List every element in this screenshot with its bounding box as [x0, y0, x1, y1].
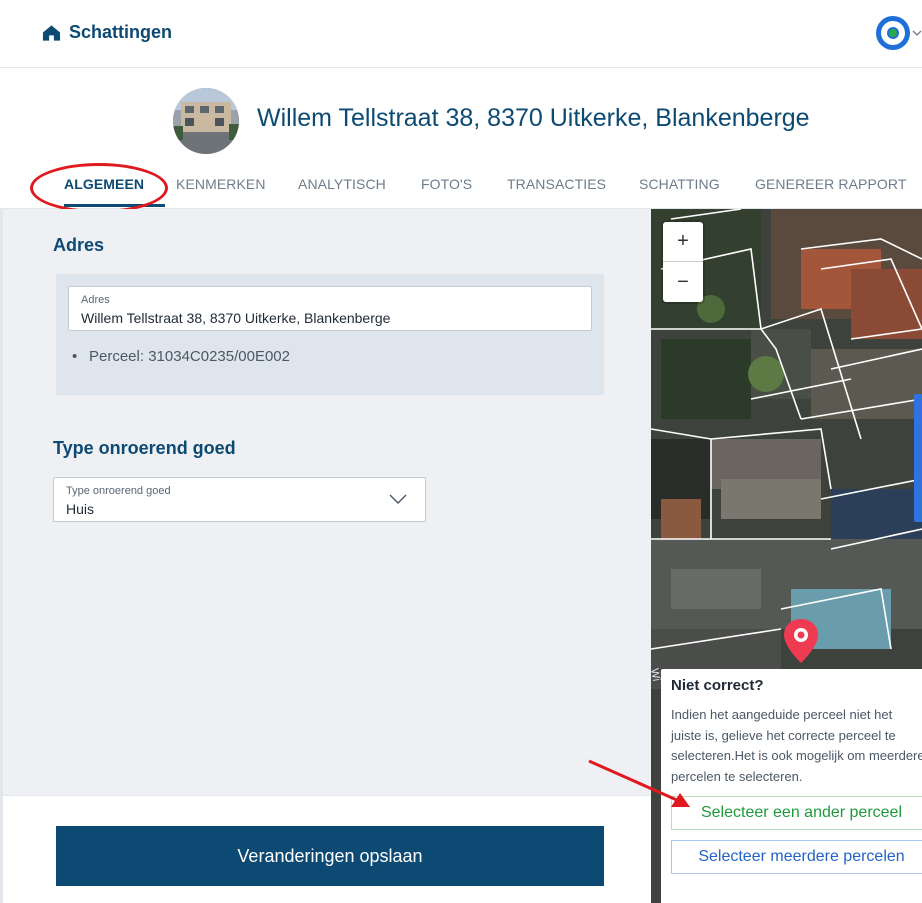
- chevron-down-icon: [912, 30, 922, 36]
- user-avatar-icon: [876, 16, 910, 50]
- address-field[interactable]: Adres Willem Tellstraat 38, 8370 Uitkerk…: [68, 286, 592, 331]
- property-type-value: Huis: [66, 501, 95, 517]
- tab-kenmerken[interactable]: KENMERKEN: [176, 176, 266, 192]
- adres-section-title: Adres: [53, 235, 105, 255]
- top-bar: Schattingen: [0, 0, 922, 68]
- home-icon: [42, 24, 61, 41]
- zoom-out-button[interactable]: −: [663, 262, 703, 302]
- property-type-select[interactable]: Type onroerend goed Huis: [53, 477, 426, 522]
- save-changes-button[interactable]: Veranderingen opslaan: [56, 826, 604, 886]
- annotation-arrow: [588, 759, 690, 807]
- home-link[interactable]: Schattingen: [42, 22, 172, 43]
- tab-transacties[interactable]: TRANSACTIES: [507, 176, 606, 192]
- tab-genereer-rapport[interactable]: GENEREER RAPPORT: [755, 176, 907, 192]
- tab-schatting[interactable]: SCHATTING: [639, 176, 720, 192]
- popup-description: Indien het aangeduide perceel niet het j…: [671, 707, 922, 784]
- perceel-item: Perceel: 31034C0235/00E002: [72, 348, 290, 365]
- app-title: Schattingen: [69, 22, 173, 42]
- property-address-title: Willem Tellstraat 38, 8370 Uitkerke, Bla…: [257, 104, 810, 132]
- tab-fotos[interactable]: FOTO'S: [421, 176, 472, 192]
- zoom-control: + −: [663, 222, 703, 302]
- address-field-value: Willem Tellstraat 38, 8370 Uitkerke, Bla…: [81, 310, 391, 326]
- address-card: Adres Willem Tellstraat 38, 8370 Uitkerk…: [56, 274, 604, 395]
- location-pin-icon: [784, 619, 818, 663]
- chevron-down-icon: [389, 494, 407, 504]
- map-scroll-indicator[interactable]: [914, 394, 922, 522]
- user-menu[interactable]: [876, 16, 922, 50]
- form-footer: Veranderingen opslaan: [0, 795, 651, 903]
- property-header: Willem Tellstraat 38, 8370 Uitkerke, Bla…: [0, 69, 922, 213]
- property-photo: [173, 88, 239, 154]
- popup-title: Niet correct?: [671, 677, 764, 694]
- general-form-panel: Adres Adres Willem Tellstraat 38, 8370 U…: [0, 209, 651, 795]
- type-section-title: Type onroerend goed: [53, 438, 236, 458]
- select-multiple-parcels-button[interactable]: Selecteer meerdere percelen: [671, 840, 922, 874]
- zoom-in-button[interactable]: +: [663, 222, 703, 262]
- annotation-circle: [30, 163, 168, 213]
- parcel-correction-popup: Niet correct? Indien het aangeduide perc…: [661, 669, 922, 903]
- property-type-label: Type onroerend goed: [66, 485, 171, 497]
- select-other-parcel-button[interactable]: Selecteer een ander perceel: [671, 796, 922, 830]
- tab-analytisch[interactable]: ANALYTISCH: [298, 176, 386, 192]
- address-field-label: Adres: [81, 294, 110, 306]
